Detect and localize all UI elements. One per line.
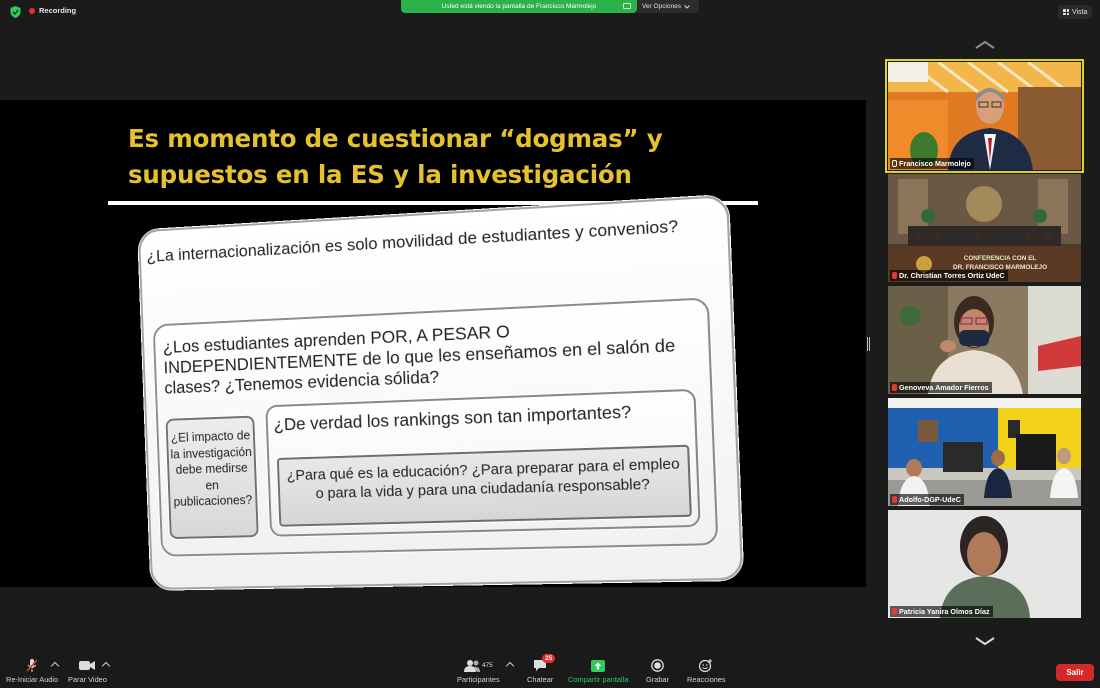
view-label: Vista: [1072, 8, 1088, 16]
leave-label: Salir: [1066, 668, 1084, 677]
video-tile-adolfo[interactable]: Adolfo-DGP-UdeC: [888, 398, 1081, 506]
screen-share-banner: Usted está viendo la pantalla de Francis…: [401, 0, 637, 13]
record-icon: [651, 659, 664, 672]
question-impact: ¿El impacto de la investigación debe med…: [170, 428, 253, 509]
chat-unread-badge: 25: [542, 654, 556, 663]
record-button[interactable]: Grabar: [646, 658, 669, 684]
recording-label: Recording: [39, 6, 77, 15]
shield-icon[interactable]: [10, 6, 21, 18]
chevron-down-icon: [684, 4, 690, 9]
view-options-button[interactable]: Ver Opciones: [637, 0, 699, 13]
grid-icon: [1063, 9, 1069, 15]
microphone-muted-icon: [892, 384, 897, 391]
share-screen-label: Compartir pantalla: [568, 675, 629, 684]
screen-icon: [623, 3, 631, 9]
question-education: ¿Para qué es la educación? ¿Para prepara…: [286, 456, 681, 503]
audio-label: Re-Iniciar Audio: [6, 675, 59, 684]
record-label: Grabar: [646, 675, 670, 684]
meeting-toolbar: Re-Iniciar Audio Parar Video 475 Partici: [0, 654, 1100, 688]
participant-name: Adolfo-DGP-UdeC: [899, 495, 961, 504]
question-rankings: ¿De verdad los rankings son tan importan…: [273, 401, 632, 435]
participants-options-caret-icon[interactable]: [505, 661, 515, 671]
question-box-internationalization: ¿La internacionalización es solo movilid…: [138, 194, 744, 590]
video-tile-francisco[interactable]: Francisco Marmolejo: [885, 59, 1084, 173]
microphone-muted-icon: [892, 496, 897, 503]
participant-video: [888, 398, 1081, 506]
question-box-education: ¿Para qué es la educación? ¿Para prepara…: [276, 444, 692, 527]
reactions-button[interactable]: Reacciones: [687, 658, 726, 684]
participant-name-tag: Patricia Yanira Olmos Díaz: [890, 606, 993, 617]
record-dot-icon: [29, 7, 35, 14]
video-button[interactable]: Parar Video: [68, 658, 107, 684]
participants-icon: [463, 659, 480, 672]
participant-name: Francisco Marmolejo: [899, 159, 971, 168]
question-students: ¿Los estudiantes aprenden POR, A PESAR O…: [162, 321, 676, 398]
audio-button[interactable]: Re-Iniciar Audio: [6, 658, 58, 684]
participant-name-tag: Francisco Marmolejo: [890, 158, 974, 169]
question-box-impact: ¿El impacto de la investigación debe med…: [165, 415, 259, 540]
chat-label: Chatear: [527, 675, 554, 684]
chat-button[interactable]: 25 Chatear: [527, 654, 556, 684]
question-box-rankings: ¿De verdad los rankings son tan importan…: [265, 388, 701, 537]
reactions-label: Reacciones: [687, 675, 726, 684]
participant-video: [888, 62, 1081, 170]
video-tile-christian[interactable]: CONFERENCIA CON EL DR. FRANCISCO MARMOLE…: [888, 174, 1081, 282]
microphone-icon: [892, 160, 897, 167]
video-tile-genoveva[interactable]: Genoveva Amador Fierros: [888, 286, 1081, 394]
participant-name: Genoveva Amador Fierros: [899, 383, 989, 392]
share-screen-button[interactable]: Compartir pantalla: [568, 658, 628, 684]
leave-button[interactable]: Salir: [1056, 664, 1094, 681]
overlay-line1: CONFERENCIA CON EL: [963, 255, 1037, 262]
slide-title-line1: Es momento de cuestionar “dogmas” y: [128, 124, 663, 153]
microphone-muted-icon: [892, 272, 897, 279]
view-button[interactable]: Vista: [1058, 5, 1092, 19]
reactions-smiley-icon: [699, 659, 713, 672]
participant-name-tag: Genoveva Amador Fierros: [890, 382, 992, 393]
participant-video: [888, 286, 1081, 394]
participant-name: Patricia Yanira Olmos Díaz: [899, 607, 990, 616]
chevron-up-icon[interactable]: [974, 40, 996, 50]
participant-name-tag: Adolfo-DGP-UdeC: [890, 494, 964, 505]
chevron-down-icon[interactable]: [974, 636, 996, 646]
video-tile-patricia[interactable]: Patricia Yanira Olmos Díaz: [888, 510, 1081, 618]
participants-count: 475: [481, 662, 493, 669]
slide-title: Es momento de cuestionar “dogmas” y supu…: [128, 121, 688, 193]
video-camera-icon: [79, 661, 96, 670]
share-screen-icon: [591, 659, 606, 672]
participants-button[interactable]: 475 Participantes: [457, 658, 500, 684]
participants-label: Participantes: [457, 675, 500, 684]
participant-name: Dr. Christian Torres Ortiz UdeC: [899, 271, 1005, 280]
share-banner-text: Usted está viendo la pantalla de Francis…: [441, 3, 597, 10]
microphone-muted-icon: [892, 608, 897, 615]
question-internationalization: ¿La internacionalización es solo movilid…: [146, 216, 679, 266]
participant-name-tag: Dr. Christian Torres Ortiz UdeC: [890, 270, 1008, 281]
slide-title-line2: supuestos en la ES y la investigación: [128, 160, 632, 189]
question-box-students: ¿Los estudiantes aprenden POR, A PESAR O…: [152, 297, 719, 557]
zoom-window: Recording Usted está viendo la pantalla …: [0, 0, 1100, 688]
microphone-muted-icon: [26, 659, 38, 672]
view-options-label: Ver Opciones: [642, 3, 682, 10]
split-drag-handle[interactable]: [867, 337, 870, 351]
video-label: Parar Video: [68, 675, 107, 684]
shared-screen: Es momento de cuestionar “dogmas” y supu…: [0, 100, 866, 590]
recording-indicator[interactable]: Recording: [29, 6, 76, 15]
top-bar: Recording Usted está viendo la pantalla …: [0, 0, 1100, 24]
participant-video: [888, 510, 1081, 618]
